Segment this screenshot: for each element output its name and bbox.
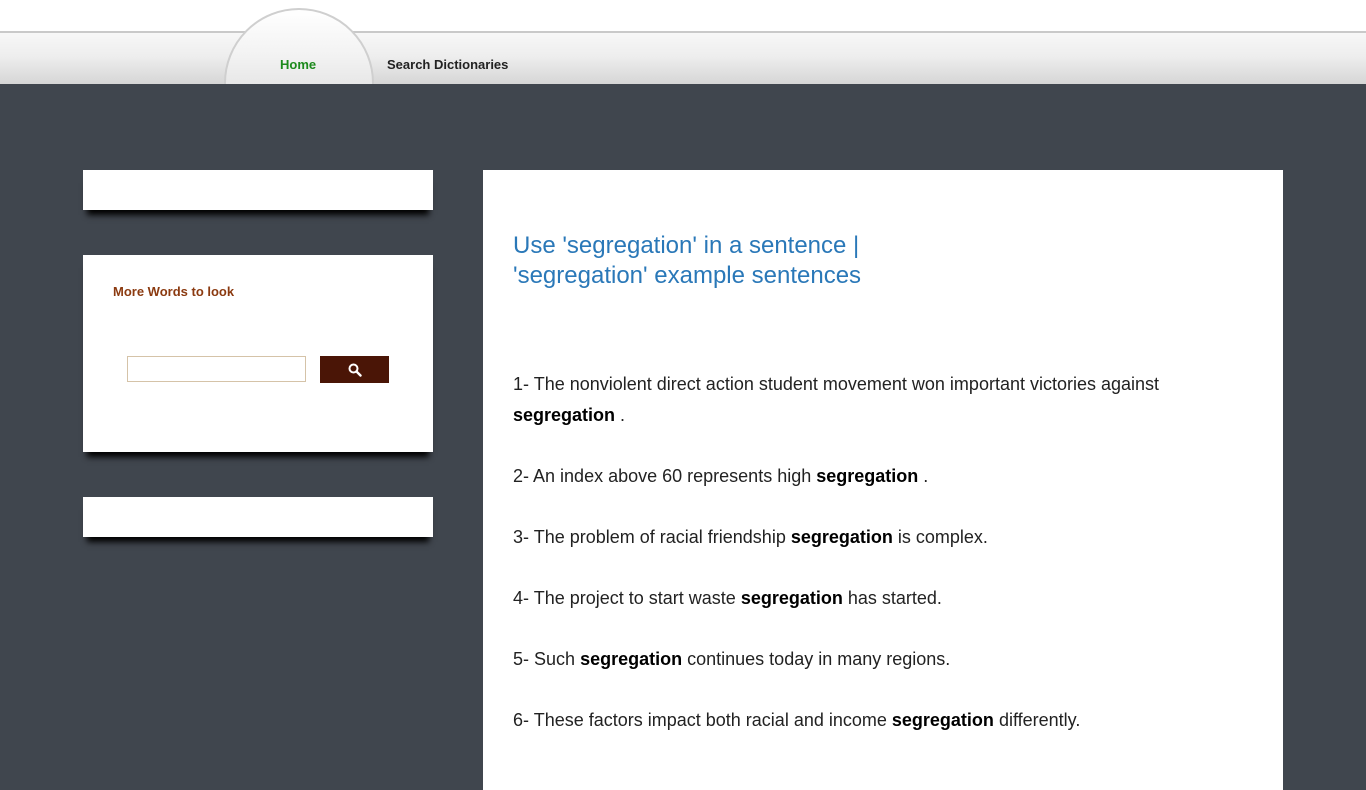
sentence-keyword: segregation [790, 527, 893, 547]
sentence-text-after: . [923, 466, 929, 486]
list-item: 6- These factors impact both racial and … [513, 705, 1213, 736]
sentence-text-before: An index above 60 represents high [533, 466, 812, 486]
nav-search-dictionaries-link[interactable]: Search Dictionaries [387, 57, 508, 72]
search-input[interactable] [127, 356, 306, 382]
page-title: Use 'segregation' in a sentence | 'segre… [513, 232, 862, 289]
home-tab-highlight [224, 8, 374, 84]
sentence-number: 2- [513, 466, 530, 486]
sidebar-box-bottom [83, 497, 433, 537]
main-content-panel: Use 'segregation' in a sentence | 'segre… [483, 170, 1283, 790]
sentence-number: 5- [513, 649, 530, 669]
sentence-text-before: The nonviolent direct action student mov… [533, 374, 1160, 394]
example-sentences-list: 1- The nonviolent direct action student … [513, 369, 1213, 766]
sentence-text-after: continues today in many regions. [687, 649, 951, 669]
search-button[interactable] [320, 356, 389, 383]
sentence-text-after: differently. [998, 710, 1081, 730]
sentence-text-before: The problem of racial friendship [533, 527, 786, 547]
sentence-number: 1- [513, 374, 530, 394]
list-item: 4- The project to start waste segregatio… [513, 583, 1213, 614]
sentence-number: 4- [513, 588, 530, 608]
sentence-number: 3- [513, 527, 530, 547]
sidebar-search-box: More Words to look [83, 255, 433, 452]
sentence-text-before: These factors impact both racial and inc… [533, 710, 887, 730]
sentence-keyword: segregation [580, 649, 683, 669]
sentence-keyword: segregation [816, 466, 919, 486]
sentence-text-after: has started. [847, 588, 942, 608]
list-item: 5- Such segregation continues today in m… [513, 644, 1213, 675]
nav-home-link[interactable]: Home [280, 57, 316, 72]
sentence-text-after: is complex. [897, 527, 988, 547]
sentence-keyword: segregation [740, 588, 843, 608]
sentence-text-after: . [620, 405, 626, 425]
list-item: 3- The problem of racial friendship segr… [513, 522, 1213, 553]
sentence-keyword: segregation [891, 710, 994, 730]
search-icon [348, 363, 362, 377]
sentence-keyword: segregation [513, 405, 616, 425]
sentence-text-before: The project to start waste [533, 588, 736, 608]
sentence-number: 6- [513, 710, 530, 730]
more-words-heading: More Words to look [113, 284, 235, 299]
top-header: Home Search Dictionaries [0, 0, 1366, 84]
list-item: 2- An index above 60 represents high seg… [513, 461, 1213, 492]
nav-bar [0, 31, 1366, 84]
sidebar-box-top [83, 170, 433, 210]
sentence-text-before: Such [534, 649, 576, 669]
list-item: 1- The nonviolent direct action student … [513, 369, 1213, 431]
